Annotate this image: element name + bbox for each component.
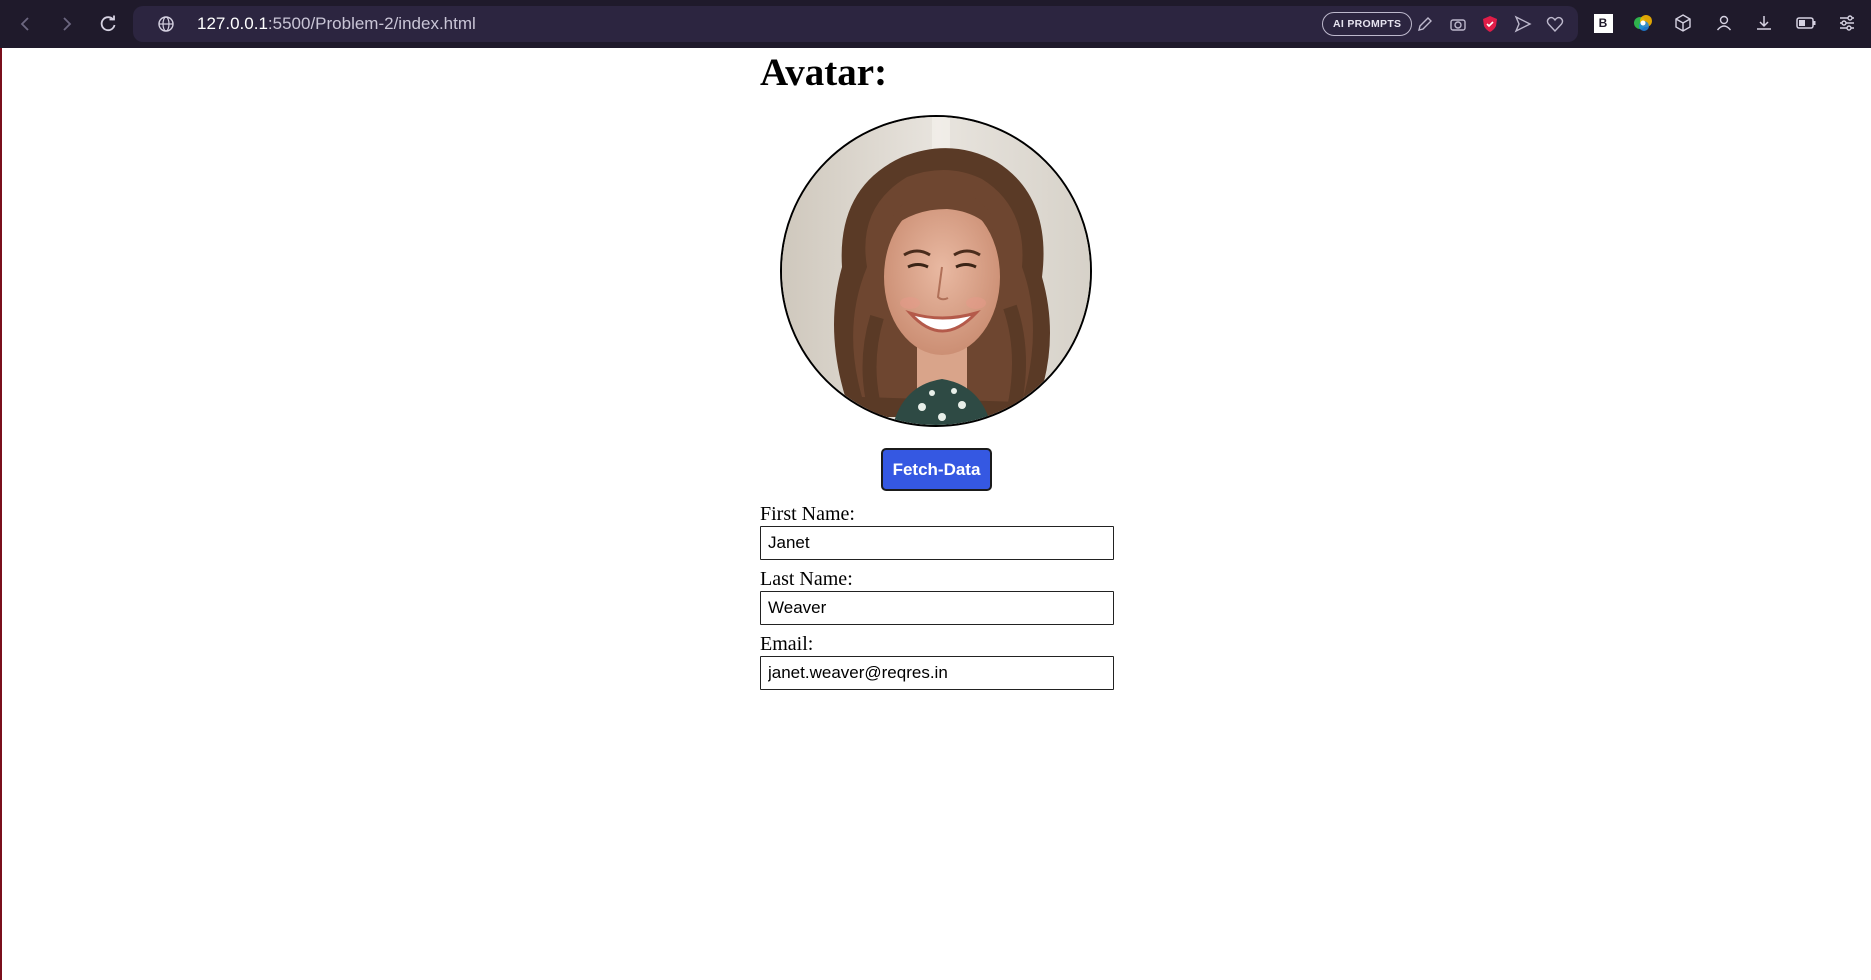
extension-badge: B [1593,13,1613,33]
reload-button[interactable] [88,4,128,44]
camera-icon[interactable] [1448,14,1468,34]
send-icon[interactable] [1513,14,1533,34]
first-name-field[interactable] [760,526,1114,560]
ai-prompts-button[interactable]: AI PROMPTS [1322,12,1413,36]
page-title: Avatar: [760,51,888,94]
url-text[interactable]: 127.0.0.1:5500/Problem-2/index.html [197,14,476,34]
page-content: Avatar: Fetch-Data First Name: Janet Las… [760,48,1114,690]
avatar-image [782,117,1090,425]
browser-toolbar: 127.0.0.1:5500/Problem-2/index.html AI P… [0,0,1871,48]
edit-icon[interactable] [1415,14,1435,34]
colorful-extension-icon[interactable] [1632,12,1654,34]
profile-icon[interactable] [1713,12,1735,34]
url-host: 127.0.0.1 [197,14,268,33]
back-icon [20,17,29,31]
email-label: Email: [760,633,814,655]
window-edge [0,0,2,980]
back-button[interactable] [6,4,46,44]
last-name-label: Last Name: [760,568,853,590]
last-name-field[interactable] [760,591,1114,625]
forward-icon [63,17,72,31]
email-field[interactable] [760,656,1114,690]
download-icon[interactable] [1753,12,1775,34]
cube-icon[interactable] [1672,12,1694,34]
battery-icon[interactable] [1795,12,1817,34]
extension-b-icon[interactable]: B [1592,12,1614,34]
shield-icon[interactable] [1480,14,1500,34]
forward-button[interactable] [46,4,86,44]
first-name-label: First Name: [760,503,855,525]
address-bar[interactable]: 127.0.0.1:5500/Problem-2/index.html AI P… [133,6,1578,42]
globe-icon [156,14,176,34]
avatar [780,115,1092,427]
heart-icon[interactable] [1545,14,1565,34]
reload-icon [100,15,116,32]
url-path: :5500/Problem-2/index.html [267,14,476,33]
fetch-data-button[interactable]: Fetch-Data [881,448,992,491]
settings-icon[interactable] [1836,12,1858,34]
